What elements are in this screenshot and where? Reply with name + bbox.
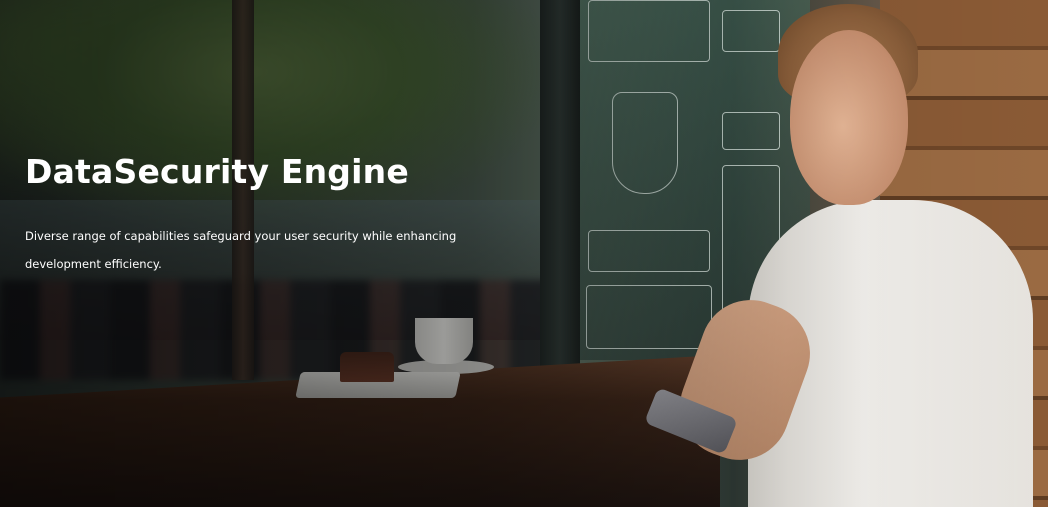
hero-subtitle: Diverse range of capabilities safeguard … (25, 229, 457, 271)
hero-banner: DataSecurity Engine Diverse range of cap… (0, 0, 1048, 507)
hero-title: DataSecurity Engine (25, 152, 409, 191)
hero-content: DataSecurity Engine Diverse range of cap… (25, 150, 545, 278)
